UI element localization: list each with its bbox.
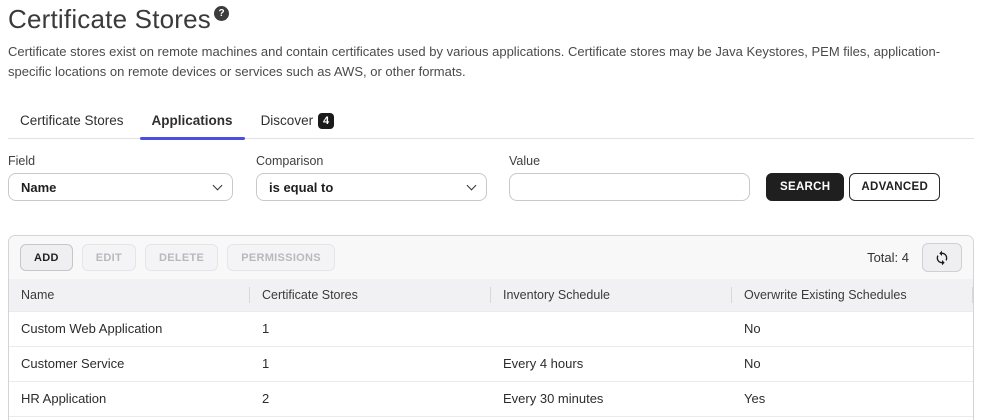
field-label: Field — [8, 154, 233, 168]
search-button[interactable]: SEARCH — [766, 173, 844, 201]
page-title: Certificate Stores — [8, 4, 211, 34]
table-cell: Yes — [732, 382, 973, 417]
certificate-stores-page: Certificate Stores? Certificate stores e… — [0, 0, 982, 420]
column-header[interactable]: Overwrite Existing Schedules — [732, 279, 973, 312]
field-select[interactable]: Name — [8, 173, 233, 201]
table-row[interactable]: Custom Web Application1 No — [9, 312, 973, 347]
help-icon[interactable]: ? — [214, 6, 229, 21]
edit-button: EDIT — [82, 244, 136, 271]
tab-applications[interactable]: Applications — [140, 107, 245, 138]
refresh-icon — [934, 250, 950, 266]
table-cell: No — [732, 312, 973, 347]
table-cell: 2 — [250, 382, 491, 417]
table-cell: Every 30 minutes — [491, 382, 732, 417]
page-description: Certificate stores exist on remote machi… — [8, 42, 974, 81]
table-cell: Customer Service — [9, 347, 250, 382]
table-cell: Every 20 minutes — [491, 417, 732, 420]
table-cell: RFJKS — [9, 417, 250, 420]
table-cell: 1 — [250, 347, 491, 382]
applications-grid-card: ADD EDIT DELETE PERMISSIONS Total: 4 Nam… — [8, 235, 974, 420]
grid-toolbar: ADD EDIT DELETE PERMISSIONS Total: 4 — [9, 236, 973, 279]
add-button[interactable]: ADD — [20, 244, 73, 271]
delete-button: DELETE — [145, 244, 218, 271]
applications-table: NameCertificate StoresInventory Schedule… — [9, 279, 973, 420]
refresh-button[interactable] — [922, 243, 962, 272]
tab-discover[interactable]: Discover 4 — [249, 107, 347, 138]
table-row[interactable]: HR Application2Every 30 minutesYes — [9, 382, 973, 417]
table-cell: Every 4 hours — [491, 347, 732, 382]
table-row[interactable]: Customer Service1Every 4 hoursNo — [9, 347, 973, 382]
value-input[interactable] — [509, 173, 750, 201]
table-cell: No — [732, 347, 973, 382]
table-body: Custom Web Application1NoCustomer Servic… — [9, 312, 973, 420]
table-cell — [491, 312, 732, 347]
table-row[interactable]: RFJKS1Every 20 minutesNo — [9, 417, 973, 420]
comparison-label: Comparison — [256, 154, 487, 168]
comparison-select[interactable]: is equal to — [256, 173, 487, 201]
advanced-button[interactable]: ADVANCED — [849, 173, 940, 201]
table-cell: HR Application — [9, 382, 250, 417]
total-count: Total: 4 — [867, 250, 909, 265]
search-filter-bar: Field Name Comparison is equal to Value … — [8, 154, 974, 201]
table-cell: No — [732, 417, 973, 420]
tab-discover-label: Discover — [261, 113, 314, 128]
table-header-row: NameCertificate StoresInventory Schedule… — [9, 279, 973, 312]
value-label: Value — [509, 154, 750, 168]
tab-bar: Certificate Stores Applications Discover… — [8, 107, 974, 139]
column-header[interactable]: Certificate Stores — [250, 279, 491, 312]
discover-count-badge: 4 — [318, 113, 334, 129]
tab-certificate-stores[interactable]: Certificate Stores — [8, 107, 136, 138]
table-cell: Custom Web Application — [9, 312, 250, 347]
table-cell: 1 — [250, 312, 491, 347]
column-header[interactable]: Inventory Schedule — [491, 279, 732, 312]
title-row: Certificate Stores? — [8, 0, 974, 35]
table-cell: 1 — [250, 417, 491, 420]
column-header[interactable]: Name — [9, 279, 250, 312]
permissions-button: PERMISSIONS — [227, 244, 335, 271]
